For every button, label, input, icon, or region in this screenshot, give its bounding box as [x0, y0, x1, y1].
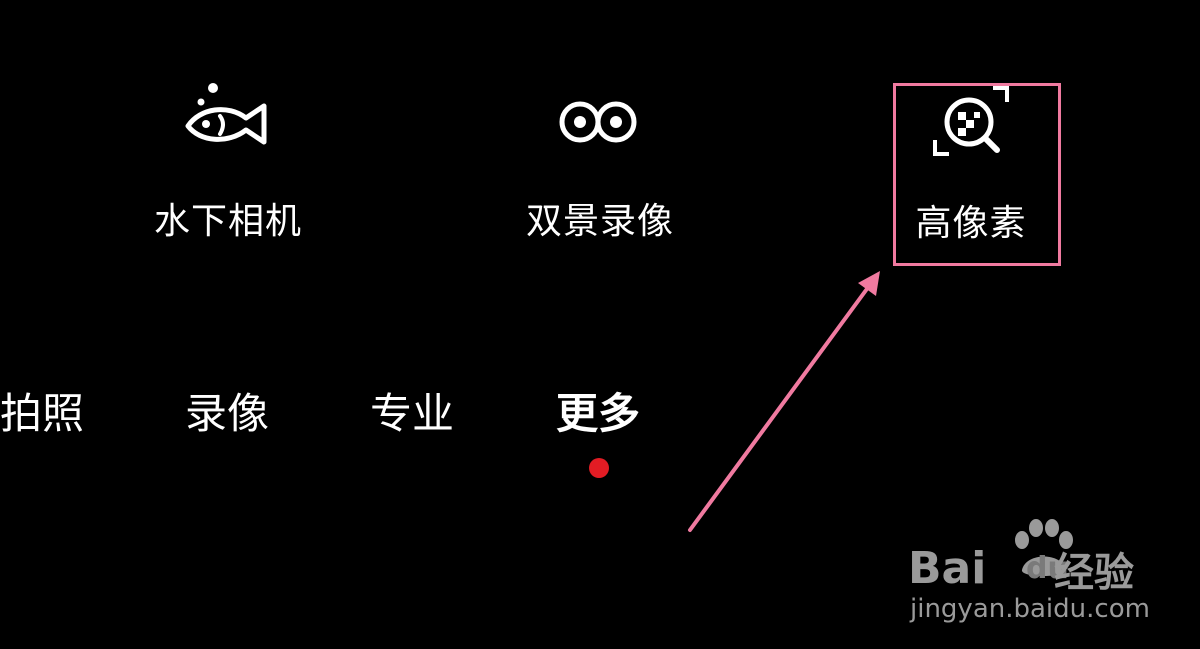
watermark-domain: jingyan.baidu.com [910, 594, 1150, 624]
mode-underwater-camera[interactable]: 水下相机 [118, 80, 338, 250]
active-tab-indicator [589, 458, 609, 478]
mode-label: 双景录像 [525, 201, 674, 242]
tab-video[interactable]: 录像 [185, 386, 269, 442]
tab-more[interactable]: 更多 [556, 386, 640, 442]
watermark-jingyan: 经验 [1054, 550, 1134, 596]
highlight-box [893, 83, 1061, 266]
dual-view-icon [559, 101, 637, 143]
fish-icon [185, 83, 267, 145]
mode-dual-view-video[interactable]: 双景录像 [490, 80, 710, 250]
mode-label: 水下相机 [153, 201, 302, 242]
tab-photo[interactable]: 拍照 [0, 386, 84, 442]
watermark-brand: Bai [908, 543, 987, 594]
baidu-jingyan-watermark: Bai du 经验 jingyan.baidu.com [908, 518, 1188, 643]
tab-pro[interactable]: 专业 [370, 386, 454, 442]
